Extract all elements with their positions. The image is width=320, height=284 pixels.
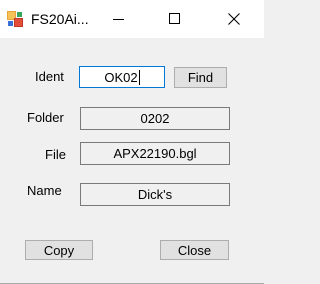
close-button[interactable]: Close — [160, 240, 229, 260]
ident-input-value: OK02 — [104, 69, 138, 85]
maximize-icon — [169, 13, 180, 24]
ident-label: Ident — [35, 69, 64, 84]
maximize-button[interactable] — [152, 0, 198, 38]
window-title: FS20Ai... — [31, 11, 89, 27]
ident-input[interactable]: OK02 — [79, 66, 165, 88]
minimize-button[interactable] — [96, 0, 142, 38]
close-icon — [228, 13, 240, 25]
title-bar[interactable]: FS20Ai... — [0, 0, 264, 38]
app-window: FS20Ai... Ident OK02 Find Folder 0202 Fi… — [0, 0, 264, 284]
name-label: Name — [27, 183, 62, 198]
copy-button[interactable]: Copy — [25, 240, 93, 260]
text-caret — [138, 69, 140, 85]
close-window-button[interactable] — [211, 0, 257, 38]
find-button[interactable]: Find — [174, 67, 227, 88]
file-field: APX22190.bgl — [80, 142, 230, 165]
file-label: File — [45, 147, 66, 162]
folder-label: Folder — [27, 110, 64, 125]
folder-field: 0202 — [80, 107, 230, 130]
minimize-icon — [113, 19, 124, 20]
name-field: Dick's — [80, 183, 230, 206]
app-icon — [7, 11, 23, 27]
